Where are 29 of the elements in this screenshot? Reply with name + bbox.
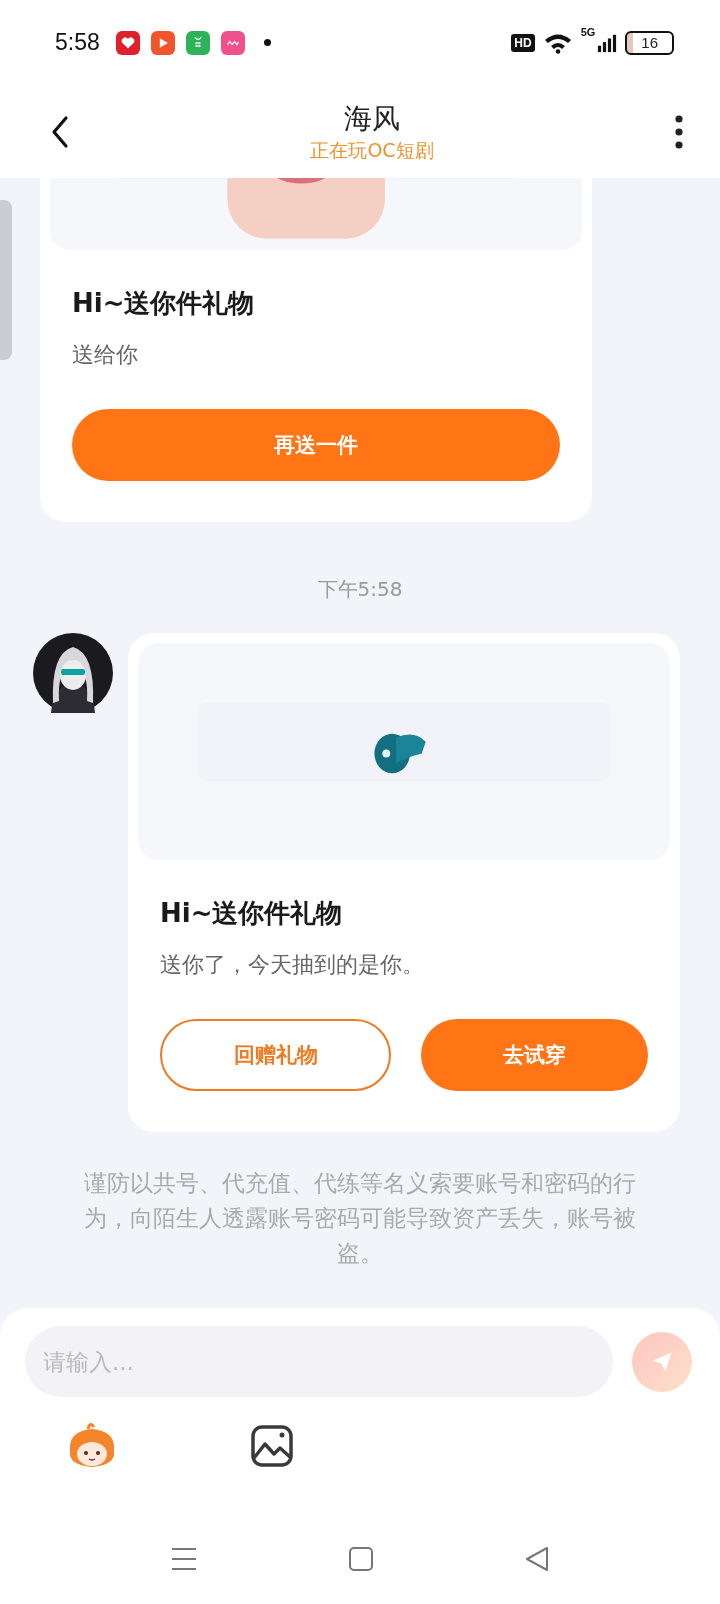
- gift-button[interactable]: 回赠礼物: [160, 1019, 391, 1091]
- scroll-handle[interactable]: [0, 200, 12, 360]
- image-icon[interactable]: [250, 1424, 294, 1468]
- back-icon[interactable]: [50, 114, 70, 149]
- play-app-icon: [150, 30, 175, 55]
- menu-icon[interactable]: [170, 1546, 198, 1572]
- security-notice: 谨防以共号、代充值、代练等名义索要账号和密码的行为，向陌生人透露账号密码可能导致资产丢失，账号被盗。: [83, 1169, 637, 1268]
- status-time: 5:58: [55, 29, 100, 56]
- wave-app-icon: [220, 30, 245, 55]
- network-type: 5G: [580, 26, 596, 38]
- bag-app-icon: [185, 30, 210, 55]
- heart-app-icon: [115, 30, 140, 55]
- gift-button[interactable]: 再送一件: [72, 409, 560, 481]
- card-title: Hi~送你件礼物: [72, 287, 256, 320]
- card-message: 送你了，今天抽到的是你。: [160, 951, 425, 979]
- home-icon[interactable]: [348, 1546, 374, 1572]
- message-time: 下午5:58: [317, 577, 403, 601]
- back-nav-icon[interactable]: [524, 1546, 550, 1572]
- avatar[interactable]: [33, 633, 113, 713]
- notification-dot-icon: [263, 39, 271, 46]
- chat-status: 正在玩OC短剧: [310, 137, 434, 162]
- message-input[interactable]: 请输入...: [25, 1326, 613, 1397]
- battery-indicator: 16: [625, 30, 674, 55]
- card-title: Hi~送你件礼物: [160, 897, 344, 930]
- chat-title: 海风: [344, 101, 400, 136]
- more-icon[interactable]: [674, 113, 684, 150]
- hd-badge: HD: [511, 33, 535, 52]
- gift-button[interactable]: 去试穿: [421, 1019, 648, 1091]
- card-message: 送给你: [72, 341, 139, 369]
